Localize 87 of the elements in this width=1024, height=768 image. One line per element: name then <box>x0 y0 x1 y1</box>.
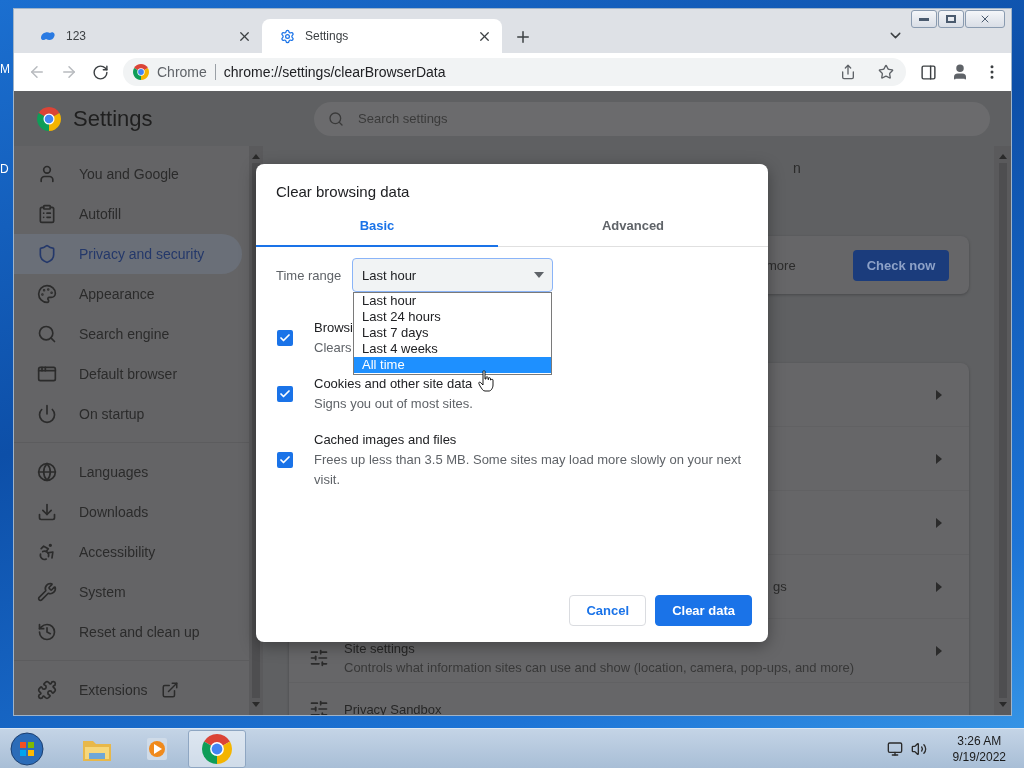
sidebar-item[interactable]: Extensions <box>14 670 242 710</box>
chevron-icon <box>936 645 942 656</box>
desktop-label: M <box>0 62 10 76</box>
volume-icon[interactable] <box>910 740 927 757</box>
chrome-icon <box>202 733 232 764</box>
history-icon <box>37 622 57 642</box>
maximize-icon <box>946 15 956 23</box>
star-icon[interactable] <box>878 64 894 80</box>
sidebar-item[interactable]: Reset and clean up <box>14 612 242 652</box>
browser-tab[interactable]: 123 <box>22 19 262 53</box>
minimize-button[interactable] <box>911 10 937 28</box>
sidebar-item[interactable]: Privacy and security <box>14 234 242 274</box>
tab[interactable]: Advanced <box>498 206 768 247</box>
desktop-label: D <box>0 162 9 176</box>
wrench-icon <box>37 582 57 602</box>
sidebar-item[interactable]: You and Google <box>14 154 242 194</box>
sliders-icon <box>309 699 329 715</box>
cancel-button[interactable]: Cancel <box>569 595 647 626</box>
chevron-icon <box>936 581 942 592</box>
check-icon <box>279 388 291 400</box>
check-icon <box>279 454 291 466</box>
sidebar-item[interactable]: Search engine <box>14 314 242 354</box>
sidebar-item[interactable]: System <box>14 572 242 612</box>
dropdown-option[interactable]: All time <box>354 357 551 373</box>
option-title: Cached images and files <box>314 431 458 449</box>
taskbar-app[interactable] <box>188 729 246 768</box>
chevron-icon <box>936 453 942 464</box>
chrome-logo-icon <box>37 106 61 131</box>
option-description: Frees up less than 3.5 MB. Some sites may load more slowly on your next visit. <box>314 451 743 489</box>
sidebar-item[interactable]: Default browser <box>14 354 242 394</box>
cloud-icon <box>40 30 56 42</box>
option-description: Clears <box>314 339 353 357</box>
site-label: Chrome <box>157 64 207 80</box>
row-text: gs <box>773 579 787 594</box>
caret-icon <box>534 272 544 278</box>
globe-icon <box>37 462 57 482</box>
check-now-button[interactable]: Check now <box>853 249 949 281</box>
sidebar-item[interactable]: Accessibility <box>14 532 242 572</box>
clear-data-button[interactable]: Clear data <box>655 595 752 626</box>
dialog-title: Clear browsing data <box>275 182 411 202</box>
sidebar-item[interactable]: On startup <box>14 394 242 434</box>
sidebar-item[interactable]: Downloads <box>14 492 242 532</box>
share-icon[interactable] <box>840 64 856 80</box>
search-icon <box>37 324 57 344</box>
option-title: Cookies and other site data <box>314 375 473 393</box>
tab[interactable]: Basic <box>256 206 498 247</box>
window-icon <box>37 364 57 384</box>
page-title: Settings <box>72 105 154 132</box>
clipboard-icon <box>37 204 57 224</box>
puzzle-icon <box>37 680 57 700</box>
sidebar-item[interactable]: Autofill <box>14 194 242 234</box>
clock[interactable]: 3:26 AM 9/19/2022 <box>952 732 1006 765</box>
checkbox[interactable] <box>277 386 293 402</box>
address-bar[interactable]: Chrome chrome://settings/clearBrowserData <box>123 58 906 86</box>
field-label: Time range <box>276 267 343 283</box>
search-icon <box>328 110 344 127</box>
start-button[interactable] <box>8 729 46 768</box>
checkbox[interactable] <box>277 452 293 468</box>
sliders-icon <box>309 647 329 668</box>
browser-tab[interactable]: Settings <box>262 19 502 53</box>
chrome-icon <box>133 64 149 80</box>
palette-icon <box>37 284 57 304</box>
reload-icon[interactable] <box>92 63 109 81</box>
person-icon <box>37 164 57 184</box>
checkbox[interactable] <box>277 330 293 346</box>
gear-icon <box>280 28 295 44</box>
minimize-icon <box>919 17 929 21</box>
side-panel-icon[interactable] <box>920 63 937 81</box>
profile-icon[interactable] <box>951 63 969 81</box>
download-icon <box>37 502 57 522</box>
sidebar-item[interactable]: Languages <box>14 452 242 492</box>
row-title: Site settings <box>344 640 416 656</box>
maximize-button[interactable] <box>938 10 964 28</box>
sidebar-item[interactable]: Appearance <box>14 274 242 314</box>
chevron-icon <box>936 389 942 400</box>
option-title: Browsi <box>314 319 353 337</box>
url-text: chrome://settings/clearBrowserData <box>223 64 447 80</box>
chevron-icon <box>936 517 942 528</box>
new-tab-icon[interactable] <box>514 28 532 46</box>
shield-icon <box>37 244 57 264</box>
accessibility-icon <box>37 542 57 562</box>
external-link-icon <box>161 681 180 699</box>
time-range-select[interactable]: Last hour <box>352 258 553 292</box>
power-icon <box>37 404 57 424</box>
option-description: Signs you out of most sites. <box>314 395 473 413</box>
check-icon <box>279 332 291 344</box>
close-icon <box>979 13 991 25</box>
